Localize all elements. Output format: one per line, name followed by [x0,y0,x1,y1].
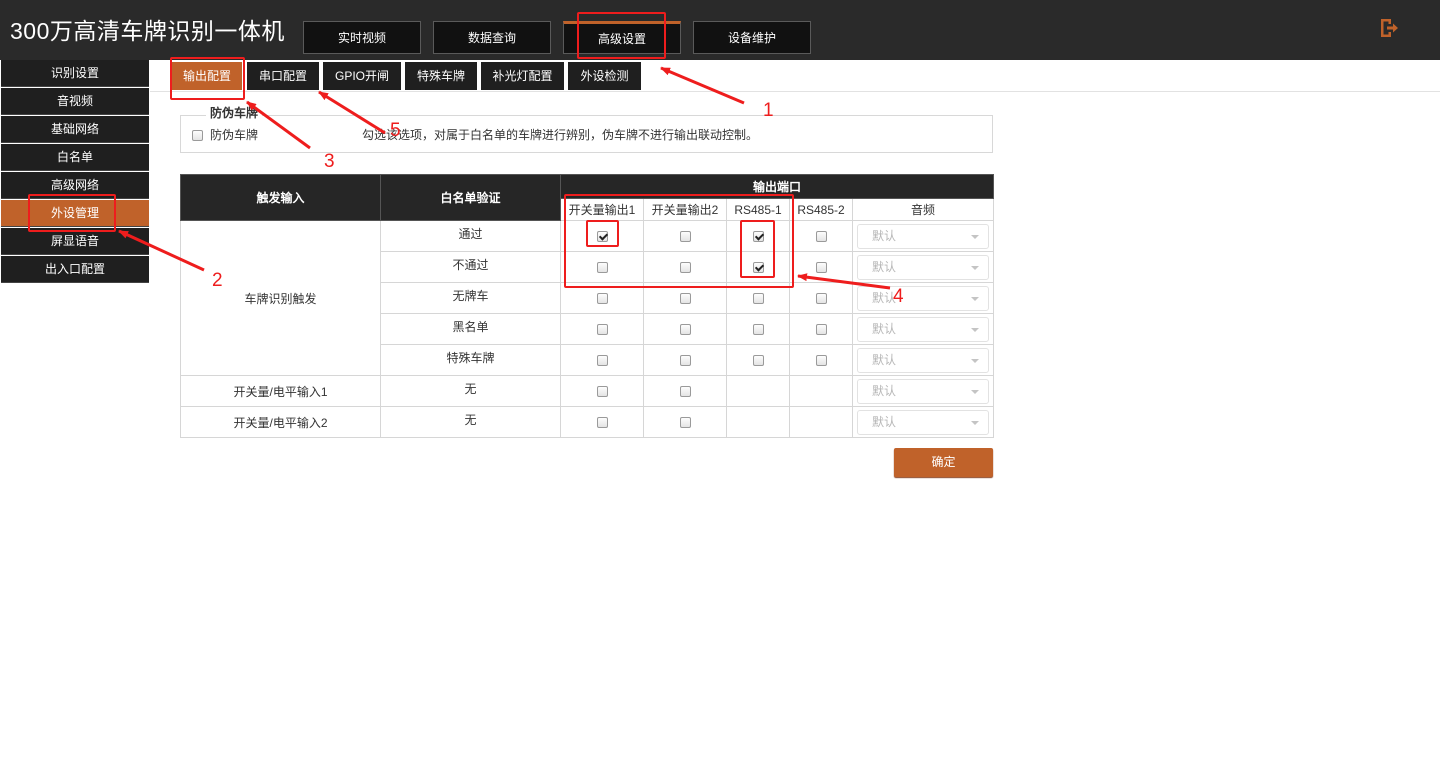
annotation-number-1: 1 [763,100,774,121]
annotation-number-4: 4 [893,286,904,307]
annotation-number-3: 3 [324,151,335,172]
arrow-5 [318,90,386,135]
arrow-2 [118,229,205,272]
annotation-number-5: 5 [390,120,401,141]
arrow-3 [246,100,311,150]
annotation-arrows [118,66,891,290]
arrow-4 [797,273,891,290]
annotation-number-2: 2 [212,270,223,291]
arrow-1 [660,66,745,105]
